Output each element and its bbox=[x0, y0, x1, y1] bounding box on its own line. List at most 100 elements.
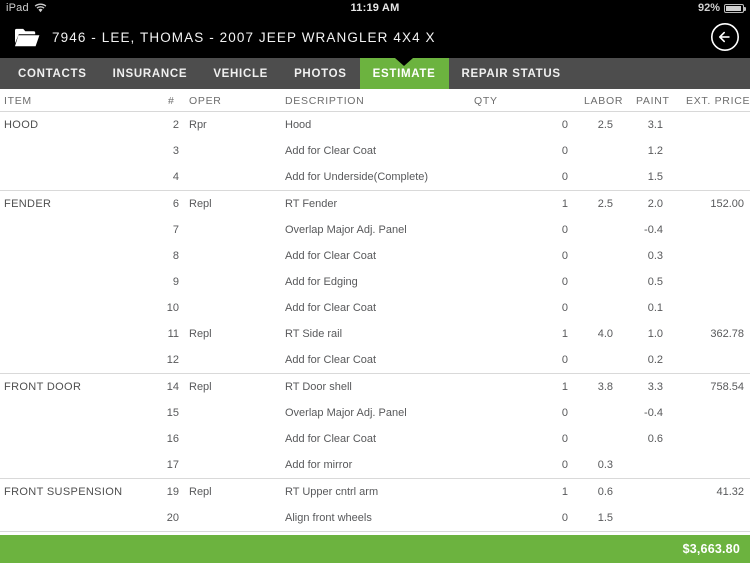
back-arrow-icon[interactable] bbox=[710, 22, 740, 52]
cell-number: 16 bbox=[166, 433, 179, 445]
cell-paint: 0.3 bbox=[647, 250, 663, 262]
cell-item-group: FRONT DOOR bbox=[4, 381, 82, 393]
cell-paint: 0.2 bbox=[647, 354, 663, 366]
title-bar: 7946 - LEE, THOMAS - 2007 JEEP WRANGLER … bbox=[0, 16, 750, 58]
battery-percent-label: 92% bbox=[697, 2, 720, 14]
cell-qty: 0 bbox=[561, 354, 568, 366]
cell-oper: Repl bbox=[189, 328, 212, 340]
table-row[interactable]: 16 Add for Clear Coat 0 0.6 bbox=[0, 426, 750, 452]
table-row[interactable]: FRONT DOOR 14 Repl RT Door shell 1 3.8 3.3 758.… bbox=[0, 374, 750, 400]
tab-photos[interactable]: PHOTOS bbox=[281, 58, 360, 89]
cell-ext-price: 152.00 bbox=[710, 198, 744, 210]
cell-qty: 0 bbox=[561, 276, 568, 288]
table-row[interactable]: 11 Repl RT Side rail 1 4.0 1.0 362.78 bbox=[0, 321, 750, 347]
table-row[interactable]: 12 Add for Clear Coat 0 0.2 bbox=[0, 347, 750, 373]
status-bar-clock: 11:19 AM bbox=[350, 2, 400, 14]
cell-number: 2 bbox=[172, 119, 179, 131]
cell-description: Add for Clear Coat bbox=[285, 145, 377, 157]
table-row[interactable]: 17 Add for mirror 0 0.3 bbox=[0, 452, 750, 478]
tab-label: ESTIMATE bbox=[372, 67, 436, 80]
estimate-section: FRONT DOOR 14 Repl RT Door shell 1 3.8 3.3 758.… bbox=[0, 374, 750, 479]
table-row[interactable]: FRONT SUSPENSION 19 Repl RT Upper cntrl arm… bbox=[0, 479, 750, 505]
estimate-screen: iPad 11:19 AM 92% 7946 - LEE, THOMAS - 2… bbox=[0, 0, 750, 563]
column-header-qty: QTY bbox=[474, 95, 498, 107]
tab-insurance[interactable]: INSURANCE bbox=[100, 58, 201, 89]
cell-number: 4 bbox=[172, 171, 179, 183]
cell-qty: 0 bbox=[561, 302, 568, 314]
cell-number: 3 bbox=[172, 145, 179, 157]
cell-description: Hood bbox=[285, 119, 312, 131]
tab-label: VEHICLE bbox=[213, 67, 269, 80]
cell-paint: 2.0 bbox=[647, 198, 663, 210]
tab-repair-status[interactable]: REPAIR STATUS bbox=[449, 58, 574, 89]
cell-paint: 0.5 bbox=[647, 276, 663, 288]
cell-paint: 0.1 bbox=[647, 302, 663, 314]
estimate-section: FENDER 6 Repl RT Fender 1 2.5 2.0 152.00 7 Overla… bbox=[0, 191, 750, 374]
table-row[interactable]: FENDER 6 Repl RT Fender 1 2.5 2.0 152.00 bbox=[0, 191, 750, 217]
main-tab-bar: CONTACTS INSURANCE VEHICLE PHOTOS ESTIMATE RE… bbox=[0, 58, 750, 89]
cell-ext-price: 41.32 bbox=[716, 486, 744, 498]
cell-labor: 2.5 bbox=[597, 198, 613, 210]
table-row[interactable]: HOOD 2 Rpr Hood 0 2.5 3.1 bbox=[0, 112, 750, 138]
cell-paint: -0.4 bbox=[644, 224, 663, 236]
cell-paint: 1.2 bbox=[647, 145, 663, 157]
cell-item-group: HOOD bbox=[4, 119, 39, 131]
column-header-labor: LABOR bbox=[584, 95, 624, 107]
cell-labor: 3.8 bbox=[597, 381, 613, 393]
cell-labor: 0.6 bbox=[597, 486, 613, 498]
table-row[interactable]: 9 Add for Edging 0 0.5 bbox=[0, 269, 750, 295]
cell-number: 19 bbox=[166, 486, 179, 498]
cell-ext-price: 362.78 bbox=[710, 328, 744, 340]
status-bar-right: 92% bbox=[697, 2, 746, 14]
table-row[interactable]: 7 Overlap Major Adj. Panel 0 -0.4 bbox=[0, 217, 750, 243]
column-header-ext-price: EXT. PRICE $ bbox=[686, 95, 750, 107]
folder-icon bbox=[14, 27, 40, 48]
cell-description: RT Fender bbox=[285, 198, 338, 210]
table-row[interactable]: 3 Add for Clear Coat 0 1.2 bbox=[0, 138, 750, 164]
column-header-number: # bbox=[168, 95, 175, 107]
column-header-description: DESCRIPTION bbox=[285, 95, 365, 107]
cell-description: Align front wheels bbox=[285, 512, 372, 524]
page-title: 7946 - LEE, THOMAS - 2007 JEEP WRANGLER … bbox=[52, 29, 436, 45]
table-row[interactable]: 20 Align front wheels 0 1.5 bbox=[0, 505, 750, 531]
cell-description: Add for Clear Coat bbox=[285, 433, 377, 445]
cell-labor: 2.5 bbox=[597, 119, 613, 131]
cell-description: Overlap Major Adj. Panel bbox=[285, 224, 407, 236]
tab-label: INSURANCE bbox=[112, 67, 188, 80]
cell-number: 8 bbox=[172, 250, 179, 262]
cell-number: 11 bbox=[167, 328, 179, 340]
cell-number: 10 bbox=[166, 302, 179, 314]
ios-status-bar: iPad 11:19 AM 92% bbox=[0, 0, 750, 16]
cell-description: RT Side rail bbox=[285, 328, 343, 340]
cell-description: Overlap Major Adj. Panel bbox=[285, 407, 407, 419]
cell-description: Add for Clear Coat bbox=[285, 302, 377, 314]
tab-contacts[interactable]: CONTACTS bbox=[5, 58, 100, 89]
cell-oper: Repl bbox=[189, 381, 212, 393]
table-row[interactable]: 8 Add for Clear Coat 0 0.3 bbox=[0, 243, 750, 269]
table-row[interactable]: 10 Add for Clear Coat 0 0.1 bbox=[0, 295, 750, 321]
cell-qty: 0 bbox=[561, 512, 568, 524]
cell-number: 17 bbox=[166, 459, 179, 471]
table-row[interactable]: 4 Add for Underside(Complete) 0 1.5 bbox=[0, 164, 750, 190]
cell-qty: 1 bbox=[561, 381, 568, 393]
cell-qty: 0 bbox=[561, 459, 568, 471]
table-row[interactable]: 15 Overlap Major Adj. Panel 0 -0.4 bbox=[0, 400, 750, 426]
cell-qty: 0 bbox=[561, 433, 568, 445]
cell-number: 15 bbox=[166, 407, 179, 419]
cell-qty: 0 bbox=[561, 407, 568, 419]
cell-number: 20 bbox=[166, 512, 179, 524]
estimate-line-items-table[interactable]: HOOD 2 Rpr Hood 0 2.5 3.1 3 Add for Clear Coat 0 1… bbox=[0, 112, 750, 552]
tab-estimate[interactable]: ESTIMATE bbox=[359, 58, 449, 89]
cell-number: 12 bbox=[166, 354, 179, 366]
cell-paint: 1.5 bbox=[647, 171, 663, 183]
estimate-total-amount: $3,663.80 bbox=[682, 542, 740, 556]
cell-number: 9 bbox=[172, 276, 179, 288]
cell-description: Add for Clear Coat bbox=[285, 250, 377, 262]
cell-item-group: FRONT SUSPENSION bbox=[4, 486, 123, 498]
cell-description: RT Upper cntrl arm bbox=[285, 486, 379, 498]
column-header-item: ITEM bbox=[4, 95, 32, 107]
cell-paint: -0.4 bbox=[644, 407, 663, 419]
cell-labor: 4.0 bbox=[597, 328, 613, 340]
tab-vehicle[interactable]: VEHICLE bbox=[200, 58, 281, 89]
cell-oper: Repl bbox=[189, 486, 212, 498]
